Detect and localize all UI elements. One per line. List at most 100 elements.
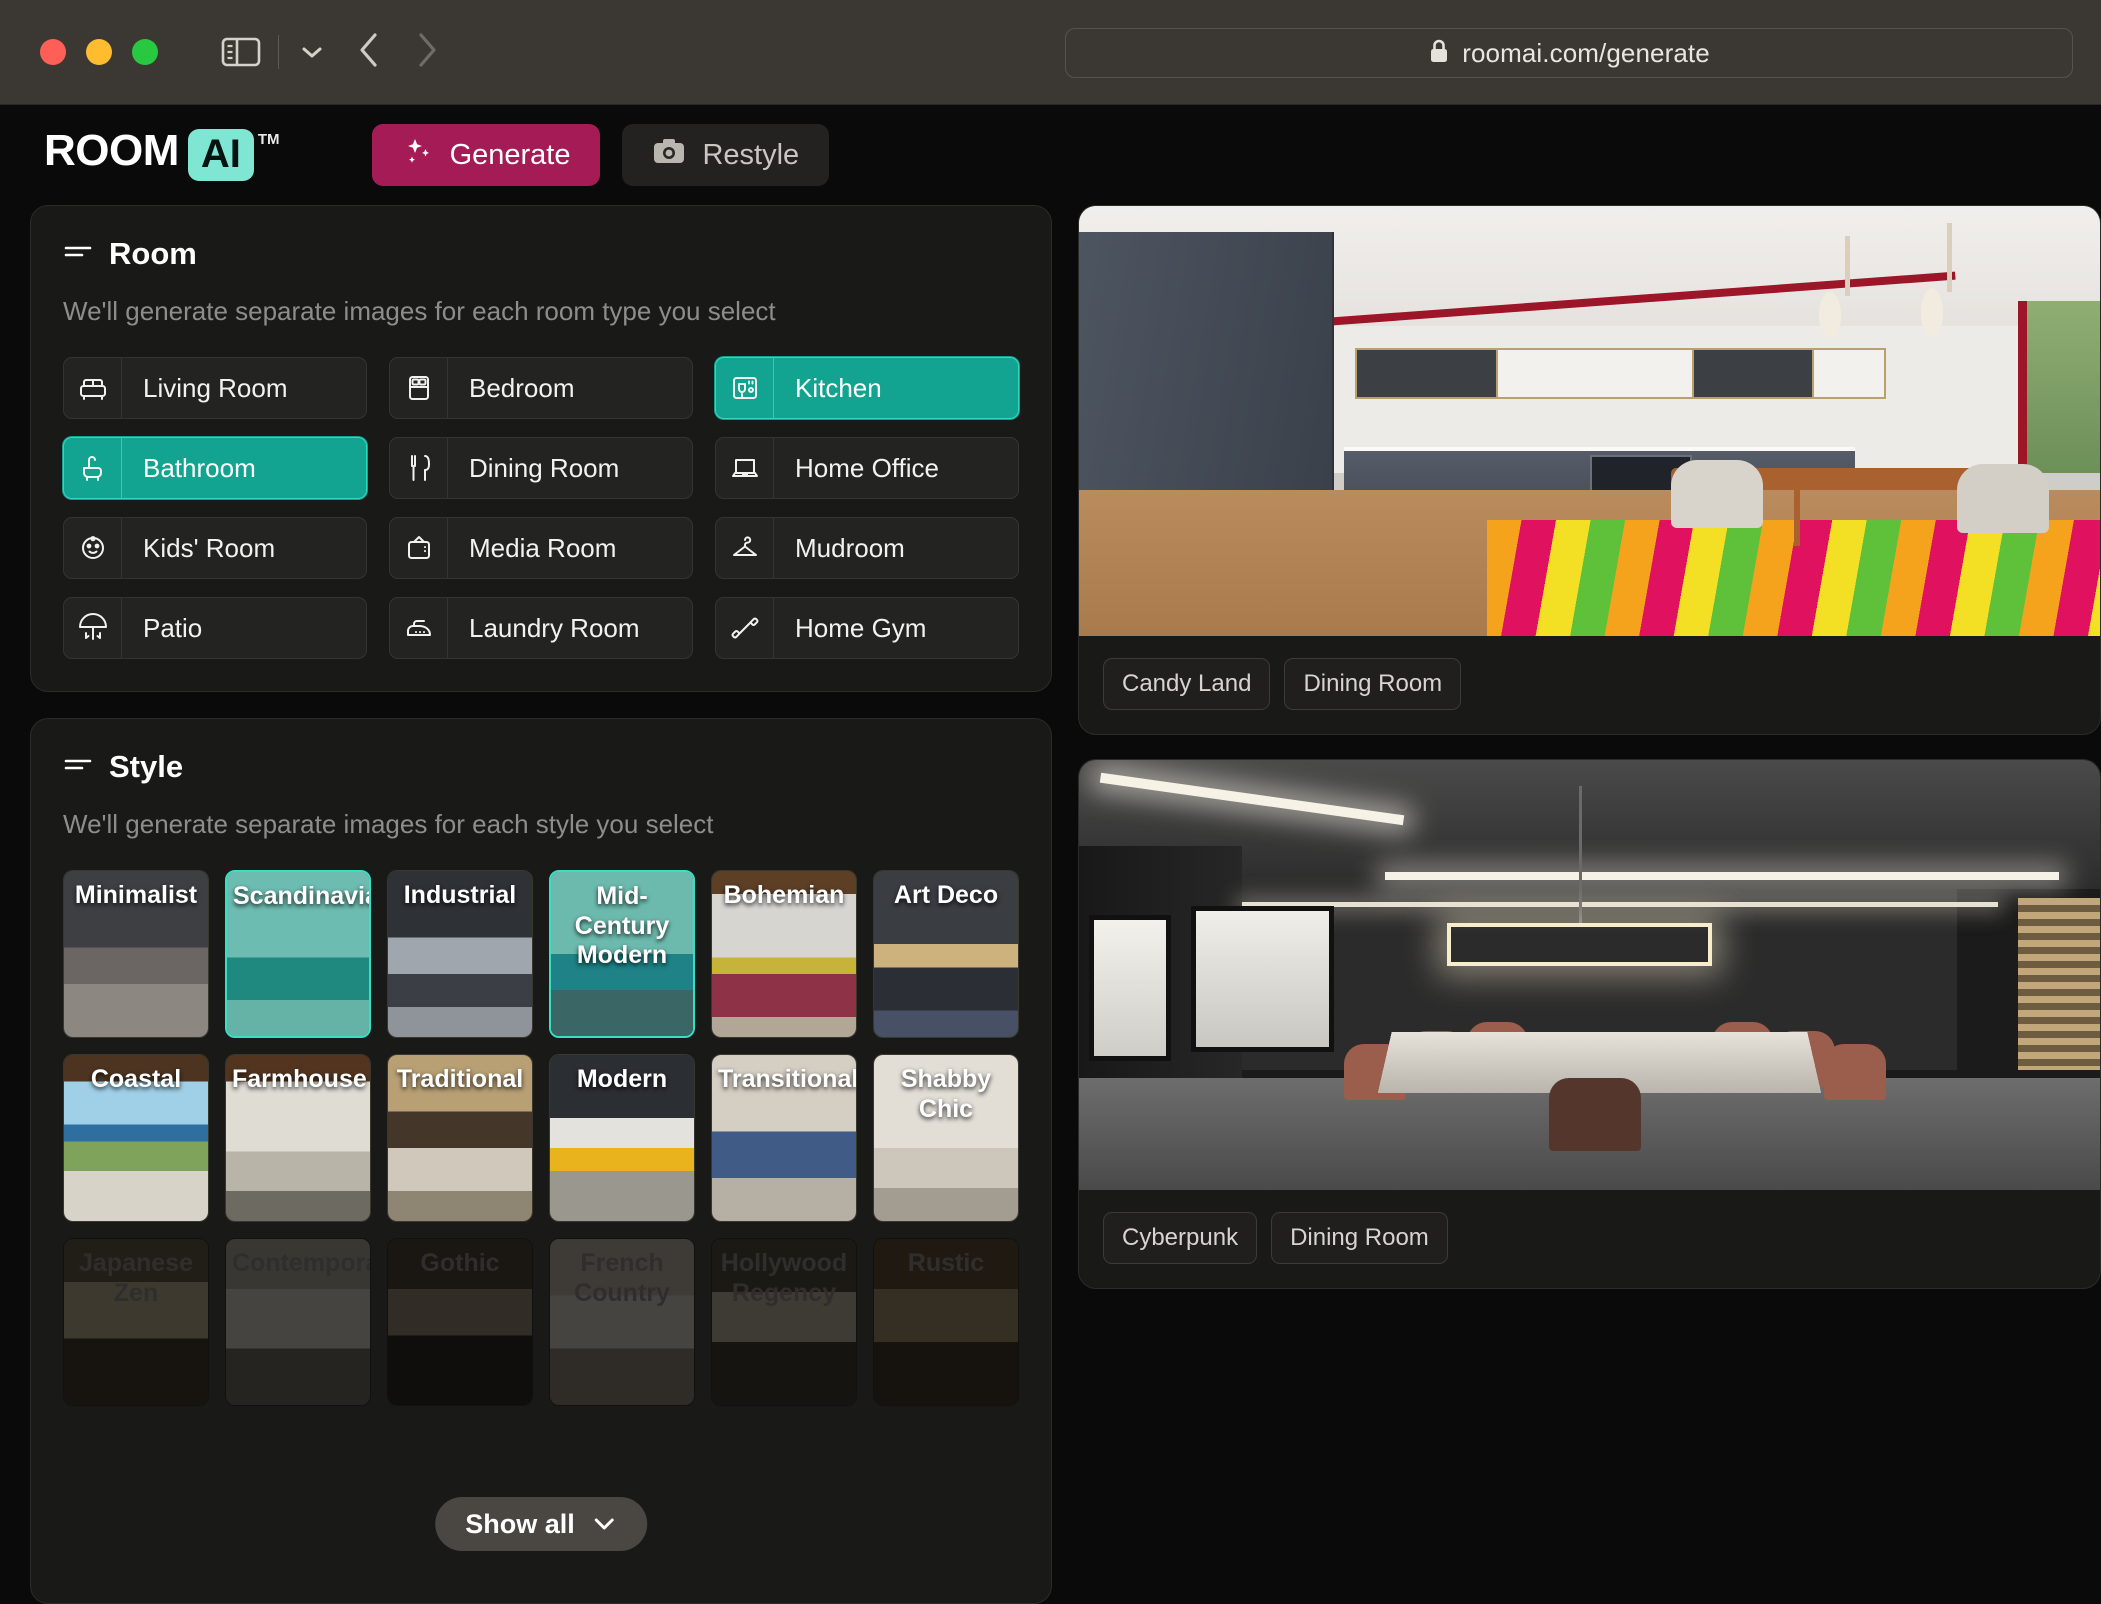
tab-generate[interactable]: Generate <box>371 124 601 186</box>
style-option-japanese-zen[interactable]: Japanese Zen <box>63 1238 209 1406</box>
style-rows: Minimalist Scandinavian Industrial Mid-Cent… <box>63 870 1019 1406</box>
room-option-label: Media Room <box>469 532 617 563</box>
parasol-icon <box>64 598 122 658</box>
style-option-label: Minimalist <box>74 881 198 909</box>
generated-image[interactable] <box>1079 206 2100 636</box>
sparkles-icon <box>402 135 434 175</box>
show-all-styles-button[interactable]: Show all <box>435 1497 647 1551</box>
style-option-french-country[interactable]: French Country <box>549 1238 695 1406</box>
kitchen-icon <box>716 358 774 418</box>
style-option-label: Coastal <box>90 1065 182 1093</box>
room-option-mudroom[interactable]: Mudroom <box>715 517 1019 579</box>
forward-button[interactable] <box>411 29 441 76</box>
room-panel-title: Room <box>109 236 197 271</box>
style-option-transitional[interactable]: Transitional <box>711 1054 857 1222</box>
mode-tabs: Generate Restyle <box>371 124 830 186</box>
style-option-label: Transitional <box>718 1065 857 1093</box>
sidebar-toggle-icon[interactable] <box>220 35 262 69</box>
style-option-label: Farmhouse <box>232 1065 367 1093</box>
room-option-label: Living Room <box>143 372 288 403</box>
room-option-label: Kids' Room <box>143 532 276 563</box>
app-logo[interactable]: ROOM AI TM <box>44 129 280 181</box>
room-option-label: Bathroom <box>143 452 256 483</box>
style-option-modern[interactable]: Modern <box>549 1054 695 1222</box>
image-tag[interactable]: Dining Room <box>1271 1212 1448 1264</box>
room-panel-subtitle: We'll generate separate images for each … <box>63 296 776 326</box>
room-option-label: Dining Room <box>469 452 620 483</box>
logo-wordmark: ROOM <box>44 126 179 175</box>
room-option-laundry-room[interactable]: Laundry Room <box>389 597 693 659</box>
address-bar[interactable]: roomai.com/generate <box>1065 28 2073 78</box>
room-option-label: Bedroom <box>469 372 575 403</box>
generated-image-card[interactable]: Cyberpunk Dining Room <box>1078 759 2101 1289</box>
room-option-kids-room[interactable]: Kids' Room <box>63 517 367 579</box>
cutlery-icon <box>390 438 448 498</box>
room-option-kitchen[interactable]: Kitchen <box>715 357 1019 419</box>
image-tag[interactable]: Cyberpunk <box>1103 1212 1258 1264</box>
list-lines-icon <box>63 240 93 269</box>
style-option-industrial[interactable]: Industrial <box>387 870 533 1038</box>
image-tag[interactable]: Candy Land <box>1103 658 1271 710</box>
room-option-dining-room[interactable]: Dining Room <box>389 437 693 499</box>
room-option-patio[interactable]: Patio <box>63 597 367 659</box>
left-column: Room We'll generate separate images for … <box>30 205 1052 1604</box>
baby-icon <box>64 518 122 578</box>
style-option-label: Traditional <box>396 1065 524 1093</box>
style-option-bohemian[interactable]: Bohemian <box>711 870 857 1038</box>
style-option-label: Mid-Century Modern <box>574 882 670 969</box>
app-header: ROOM AI TM Generate Restyle <box>0 105 2101 205</box>
style-option-traditional[interactable]: Traditional <box>387 1054 533 1222</box>
maximize-window-button[interactable] <box>132 39 158 65</box>
bed-icon <box>390 358 448 418</box>
style-panel: Style We'll generate separate images for… <box>30 718 1052 1604</box>
style-option-label: Scandinavian <box>233 882 369 910</box>
show-all-label: Show all <box>465 1508 575 1539</box>
address-bar-url: roomai.com/generate <box>1462 37 1710 68</box>
tv-icon <box>390 518 448 578</box>
style-option-art-deco[interactable]: Art Deco <box>873 870 1019 1038</box>
style-option-contemporary[interactable]: Contemporary <box>225 1238 371 1406</box>
minimize-window-button[interactable] <box>86 39 112 65</box>
back-button[interactable] <box>355 29 385 76</box>
style-option-label: Industrial <box>403 881 517 909</box>
image-tag[interactable]: Dining Room <box>1284 658 1462 710</box>
style-option-label: Gothic <box>420 1249 500 1277</box>
room-option-living-room[interactable]: Living Room <box>63 357 367 419</box>
style-option-label: Hollywood Regency <box>720 1249 848 1307</box>
style-panel-subtitle: We'll generate separate images for each … <box>63 809 714 839</box>
style-option-scandinavian[interactable]: Scandinavian <box>225 870 371 1038</box>
generated-image-card[interactable]: Candy Land Dining Room <box>1078 205 2101 735</box>
main-content: Room We'll generate separate images for … <box>0 205 2101 1604</box>
app-root: ROOM AI TM Generate Restyle Room We'll g… <box>0 105 2101 1604</box>
browser-chrome: roomai.com/generate <box>0 0 2101 105</box>
style-option-minimalist[interactable]: Minimalist <box>63 870 209 1038</box>
style-option-rustic[interactable]: Rustic <box>873 1238 1019 1406</box>
tab-restyle-label: Restyle <box>702 138 800 171</box>
laptop-icon <box>716 438 774 498</box>
room-option-media-room[interactable]: Media Room <box>389 517 693 579</box>
style-option-label: Japanese Zen <box>79 1249 193 1307</box>
style-option-shabby-chic[interactable]: Shabby Chic <box>873 1054 1019 1222</box>
sofa-icon <box>64 358 122 418</box>
room-option-label: Kitchen <box>795 372 882 403</box>
generated-image[interactable] <box>1079 760 2100 1190</box>
room-option-home-office[interactable]: Home Office <box>715 437 1019 499</box>
window-traffic-lights <box>40 39 158 65</box>
room-option-bedroom[interactable]: Bedroom <box>389 357 693 419</box>
style-option-label: Bohemian <box>723 881 845 909</box>
close-window-button[interactable] <box>40 39 66 65</box>
style-option-coastal[interactable]: Coastal <box>63 1054 209 1222</box>
chevron-down-icon[interactable] <box>295 35 329 69</box>
list-lines-icon <box>63 753 93 782</box>
room-option-bathroom[interactable]: Bathroom <box>63 437 367 499</box>
room-option-home-gym[interactable]: Home Gym <box>715 597 1019 659</box>
style-option-farmhouse[interactable]: Farmhouse <box>225 1054 371 1222</box>
room-option-label: Laundry Room <box>469 612 640 643</box>
tab-restyle[interactable]: Restyle <box>622 124 830 186</box>
style-option-hollywood-regency[interactable]: Hollywood Regency <box>711 1238 857 1406</box>
style-option-mid-century-modern[interactable]: Mid-Century Modern <box>549 870 695 1038</box>
style-option-gothic[interactable]: Gothic <box>387 1238 533 1406</box>
logo-ai-badge: AI <box>187 129 254 181</box>
iron-icon <box>390 598 448 658</box>
dumbbell-icon <box>716 598 774 658</box>
